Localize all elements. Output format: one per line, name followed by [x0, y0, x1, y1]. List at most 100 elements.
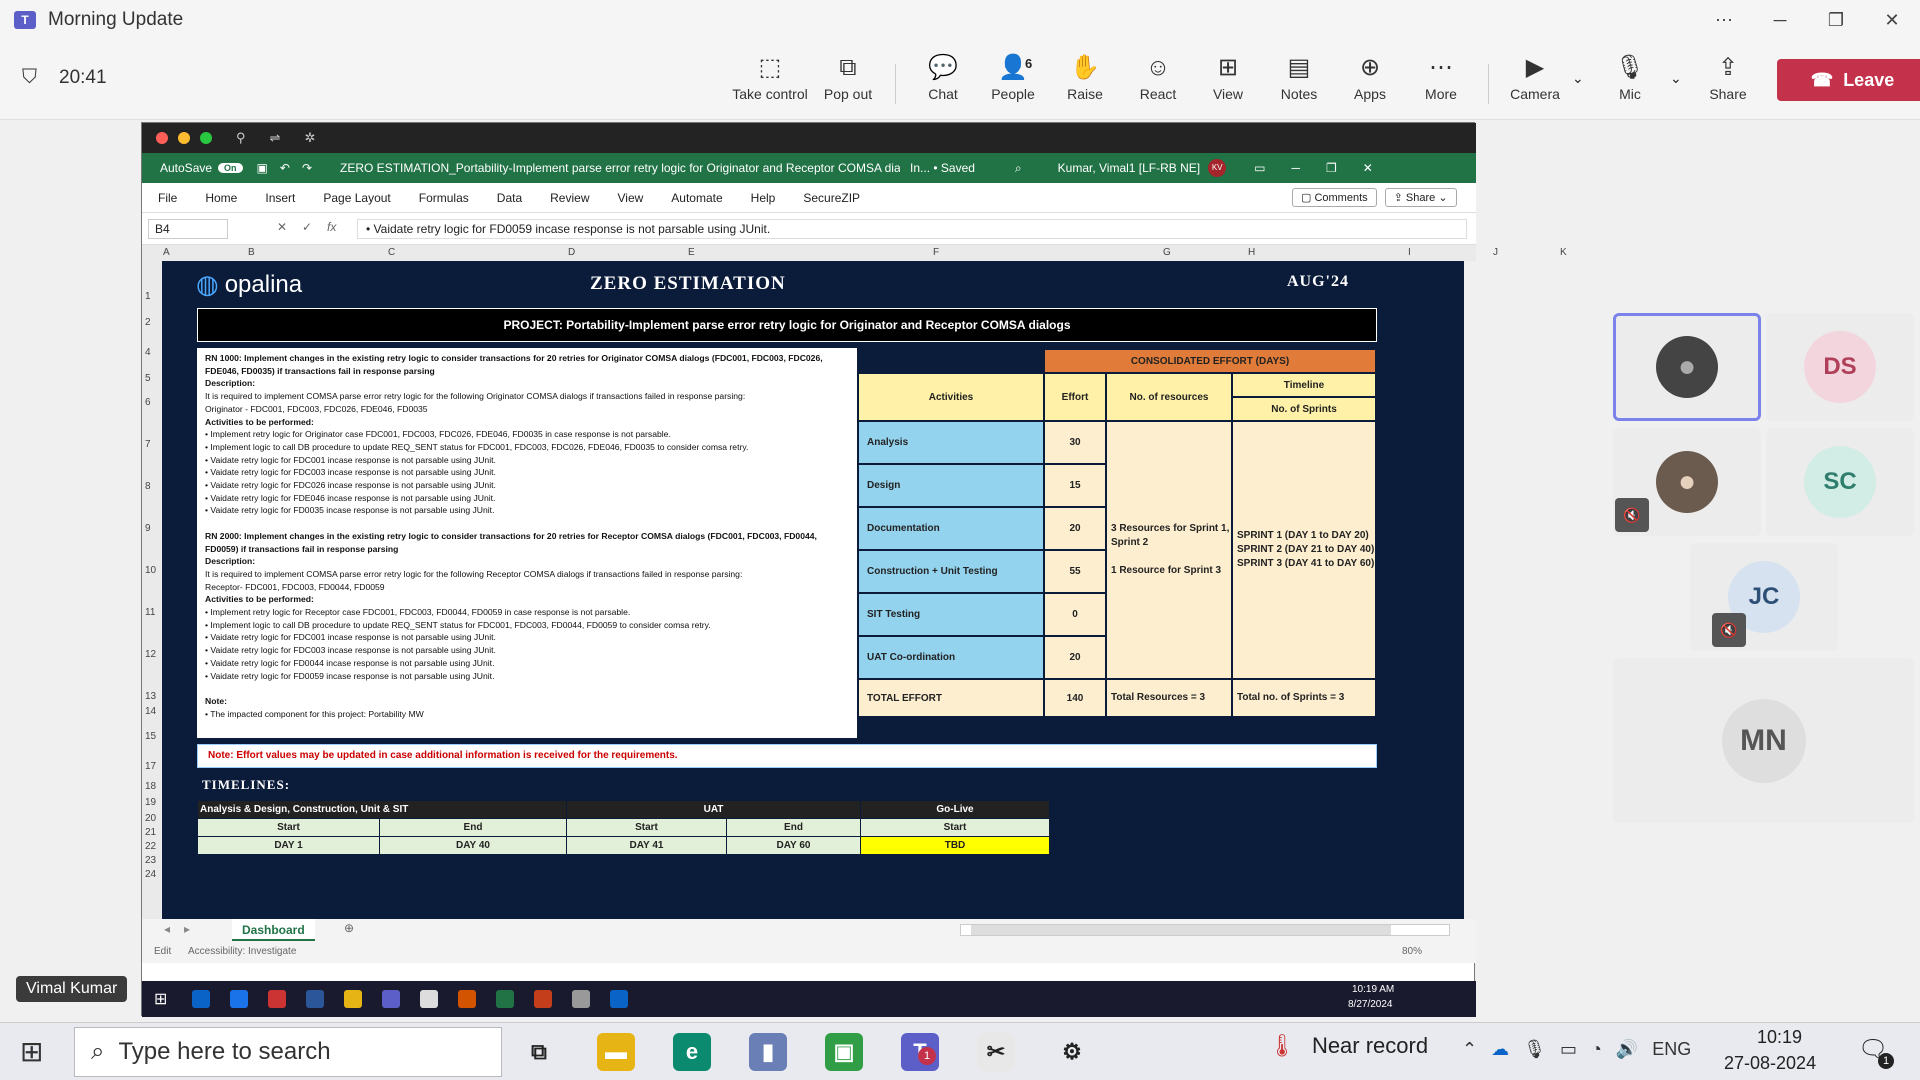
row-header[interactable]: 18 — [145, 781, 156, 792]
mic-options-chevron-icon[interactable]: ⌄ — [1670, 70, 1682, 87]
enter-formula-icon[interactable]: ✓ — [302, 220, 312, 234]
row-header[interactable]: 23 — [145, 855, 156, 866]
onedrive-icon[interactable]: ☁ — [1491, 1039, 1509, 1060]
accessibility-status[interactable]: Accessibility: Investigate — [188, 946, 296, 957]
ribbon-tab-insert[interactable]: Insert — [265, 191, 295, 205]
autosave-toggle[interactable]: On — [218, 163, 243, 173]
close-dot-icon[interactable] — [156, 132, 168, 144]
ribbon-tab-help[interactable]: Help — [751, 191, 776, 205]
camera-options-chevron-icon[interactable]: ⌄ — [1572, 70, 1584, 87]
column-header[interactable]: F — [933, 247, 939, 258]
minimize-icon[interactable]: ─ — [1752, 0, 1808, 40]
ribbon-tab-data[interactable]: Data — [497, 191, 522, 205]
column-header[interactable]: C — [388, 247, 395, 258]
row-header[interactable]: 8 — [145, 481, 151, 492]
windows-start-icon[interactable]: ⊞ — [20, 1035, 43, 1068]
participant-tile-sc[interactable]: SC — [1766, 428, 1914, 536]
spreadsheet-grid[interactable]: ◍ opalina ZERO ESTIMATION AUG'24 PROJECT… — [162, 261, 1464, 919]
search-icon[interactable]: ⌕ — [1015, 161, 1022, 176]
participant-tile-photo[interactable]: ● 🔇 — [1613, 428, 1761, 536]
add-sheet-icon[interactable]: ⊕ — [344, 921, 354, 935]
remote-desktop-icon[interactable]: ▣ — [825, 1033, 863, 1071]
leave-button[interactable]: ☎ Leave — [1777, 59, 1920, 101]
row-header[interactable]: 2 — [145, 317, 151, 328]
participant-tile-ds[interactable]: DS — [1766, 313, 1914, 421]
tab-prev-icon[interactable]: ◂ — [164, 922, 170, 936]
toolbar-button-share[interactable]: ⇪ Share — [1690, 54, 1766, 110]
edge-icon[interactable]: e — [673, 1033, 711, 1071]
taskbar-search[interactable]: ⌕ Type here to search — [74, 1027, 502, 1077]
row-header[interactable]: 7 — [145, 439, 151, 450]
column-header[interactable]: J — [1493, 247, 1498, 258]
show-hidden-icons-chevron[interactable]: ⌃ — [1462, 1039, 1477, 1060]
column-header[interactable]: H — [1248, 247, 1255, 258]
ribbon-tab-review[interactable]: Review — [550, 191, 589, 205]
powerpoint-icon[interactable] — [534, 990, 552, 1008]
app-icon[interactable] — [572, 990, 590, 1008]
row-header[interactable]: 22 — [145, 841, 156, 852]
app-icon[interactable] — [458, 990, 476, 1008]
row-header[interactable]: 6 — [145, 397, 151, 408]
maximize-icon[interactable]: ❐ — [1808, 0, 1864, 40]
toolbar-button-more[interactable]: ⋯ More — [1403, 54, 1479, 110]
app-icon[interactable] — [420, 990, 438, 1008]
toolbar-button-raise[interactable]: ✋ Raise — [1047, 54, 1123, 110]
column-header[interactable]: G — [1163, 247, 1171, 258]
volume-icon[interactable]: 🔊 — [1616, 1039, 1638, 1060]
row-header[interactable]: 14 — [145, 706, 156, 717]
ribbon-tab-home[interactable]: Home — [205, 191, 237, 205]
wifi-icon[interactable]: ◔ — [1591, 1039, 1602, 1060]
excel-restore-icon[interactable]: ❐ — [1326, 161, 1337, 175]
ribbon-tab-securezip[interactable]: SecureZIP — [803, 191, 860, 205]
ribbon-tab-automate[interactable]: Automate — [671, 191, 722, 205]
save-status[interactable]: In... • Saved — [910, 161, 975, 175]
row-header[interactable]: 5 — [145, 373, 151, 384]
system-date[interactable]: 27-08-2024 — [1724, 1053, 1816, 1074]
row-header[interactable]: 1 — [145, 291, 151, 302]
toolbar-button-mic[interactable]: 🎙 Mic — [1592, 54, 1668, 110]
toolbar-button-people[interactable]: 👤 6 People — [975, 54, 1051, 110]
mic-tray-icon[interactable]: 🎙 — [1523, 1039, 1546, 1060]
insert-function-icon[interactable]: fx — [327, 220, 336, 234]
save-icon[interactable]: ▣ — [257, 161, 268, 175]
participant-tile-self[interactable]: ● — [1613, 313, 1761, 421]
formula-input[interactable]: • Vaidate retry logic for FD0059 incase … — [357, 219, 1467, 239]
outlook-icon[interactable] — [192, 990, 210, 1008]
column-header[interactable]: B — [248, 247, 255, 258]
teams-icon[interactable] — [382, 990, 400, 1008]
column-header[interactable]: E — [688, 247, 695, 258]
redo-icon[interactable]: ↷ — [302, 161, 312, 175]
snipping-tool-icon[interactable]: ✂ — [977, 1033, 1015, 1071]
row-header[interactable]: 17 — [145, 761, 156, 772]
settings-icon[interactable]: ✲ — [304, 130, 315, 146]
column-header[interactable]: I — [1408, 247, 1411, 258]
battery-icon[interactable]: ▭ — [1560, 1039, 1577, 1060]
zoom-level[interactable]: 80% — [1402, 946, 1422, 957]
file-explorer-icon[interactable]: ▬ — [597, 1033, 635, 1071]
minimize-dot-icon[interactable] — [178, 132, 190, 144]
ribbon-tab-formulas[interactable]: Formulas — [419, 191, 469, 205]
remote-start-icon[interactable]: ⊞ — [154, 989, 167, 1009]
participant-tile-mn[interactable]: MN — [1613, 658, 1914, 823]
account-avatar[interactable]: KV — [1208, 159, 1227, 177]
toolbar-button-apps[interactable]: ⊕ Apps — [1332, 54, 1408, 110]
column-header[interactable]: A — [163, 247, 170, 258]
storage-app-icon[interactable]: ▮ — [749, 1033, 787, 1071]
row-header[interactable]: 15 — [145, 731, 156, 742]
zoom-dot-icon[interactable] — [200, 132, 212, 144]
account-name[interactable]: Kumar, Vimal1 [LF-RB NE] — [1058, 161, 1201, 175]
usb-icon[interactable]: ⇌ — [270, 130, 281, 146]
close-icon[interactable]: ✕ — [1864, 0, 1920, 40]
cancel-formula-icon[interactable]: ✕ — [277, 220, 287, 234]
row-header[interactable]: 9 — [145, 523, 151, 534]
more-options-icon[interactable]: ⋯ — [1696, 0, 1752, 40]
settings-gear-icon[interactable]: ⚙ — [1053, 1033, 1091, 1071]
toolbar-button-take-control[interactable]: ⬚ Take control — [732, 54, 808, 110]
excel-close-icon[interactable]: ✕ — [1363, 161, 1373, 175]
ribbon-tab-view[interactable]: View — [618, 191, 644, 205]
share-button[interactable]: ⇪ Share ⌄ — [1384, 188, 1457, 207]
toolbar-button-react[interactable]: ☺ React — [1120, 54, 1196, 110]
toolbar-button-pop-out[interactable]: ⧉ Pop out — [810, 54, 886, 110]
row-header[interactable]: 19 — [145, 797, 156, 808]
word-icon[interactable] — [306, 990, 324, 1008]
